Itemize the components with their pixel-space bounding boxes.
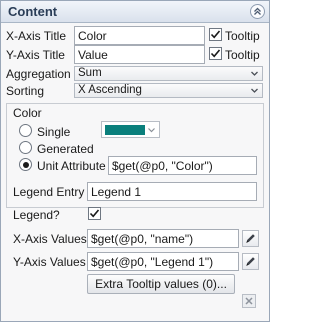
checkmark-icon	[89, 209, 100, 218]
color-single-label: Single	[37, 125, 71, 139]
sorting-label: Sorting	[6, 84, 45, 98]
pencil-icon	[246, 234, 255, 243]
legend-entry-label: Legend Entry	[13, 185, 85, 199]
aggregation-dropdown[interactable]: Sum	[74, 66, 263, 81]
color-unit-attribute-label: Unit Attribute	[37, 159, 106, 173]
y-axis-title-label: Y-Axis Title	[6, 48, 65, 62]
panel-body: X-Axis Title Color Tooltip Y-Axis Title …	[1, 23, 269, 321]
checkmark-icon	[210, 49, 221, 58]
sorting-dropdown[interactable]: X Ascending	[74, 83, 263, 98]
aggregation-label: Aggregation	[6, 67, 71, 81]
x-axis-title-input[interactable]: Color	[74, 26, 205, 45]
pencil-icon	[246, 257, 255, 266]
content-panel: Content X-Axis Title Color Tooltip Y-Axi…	[0, 0, 270, 322]
aggregation-value: Sum	[78, 67, 102, 79]
color-unit-attribute-radio[interactable]	[19, 158, 32, 171]
panel-title: Content	[8, 4, 58, 19]
y-axis-values-input[interactable]: $get(@p0, "Legend 1")	[87, 252, 239, 271]
chevron-down-icon	[251, 88, 258, 93]
color-generated-radio[interactable]	[19, 141, 32, 154]
x-axis-title-label: X-Axis Title	[6, 29, 67, 43]
extra-tooltip-values-button[interactable]: Extra Tooltip values (0)...	[87, 274, 235, 294]
x-axis-values-label: X-Axis Values	[13, 232, 87, 246]
x-axis-values-input[interactable]: $get(@p0, "name")	[87, 229, 239, 248]
color-single-radio[interactable]	[19, 124, 32, 137]
y-axis-tooltip-label: Tooltip	[225, 48, 260, 62]
x-axis-tooltip-checkbox[interactable]	[209, 28, 222, 41]
chevron-up-icon	[254, 7, 261, 15]
y-axis-values-edit-button[interactable]	[242, 253, 259, 270]
collapse-button[interactable]	[250, 4, 265, 19]
close-icon	[245, 297, 253, 305]
y-axis-values-label: Y-Axis Values	[13, 255, 86, 269]
y-axis-tooltip-checkbox[interactable]	[209, 47, 222, 60]
color-section-label: Color	[13, 106, 42, 120]
sorting-value: X Ascending	[78, 84, 142, 96]
close-button[interactable]	[242, 294, 256, 308]
checkmark-icon	[210, 30, 221, 39]
chevron-down-icon	[251, 71, 258, 76]
legend-entry-input[interactable]: Legend 1	[87, 182, 257, 201]
color-generated-label: Generated	[37, 142, 94, 156]
panel-header: Content	[1, 1, 269, 23]
y-axis-title-input[interactable]: Value	[74, 45, 205, 64]
unit-attribute-input[interactable]: $get(@p0, "Color")	[108, 156, 257, 175]
color-swatch-picker[interactable]	[101, 121, 160, 138]
chevron-down-icon	[148, 128, 155, 133]
color-swatch	[105, 125, 145, 135]
x-axis-tooltip-label: Tooltip	[225, 29, 260, 43]
legend-toggle-label: Legend?	[13, 208, 60, 222]
x-axis-values-edit-button[interactable]	[242, 230, 259, 247]
legend-checkbox[interactable]	[88, 207, 101, 220]
